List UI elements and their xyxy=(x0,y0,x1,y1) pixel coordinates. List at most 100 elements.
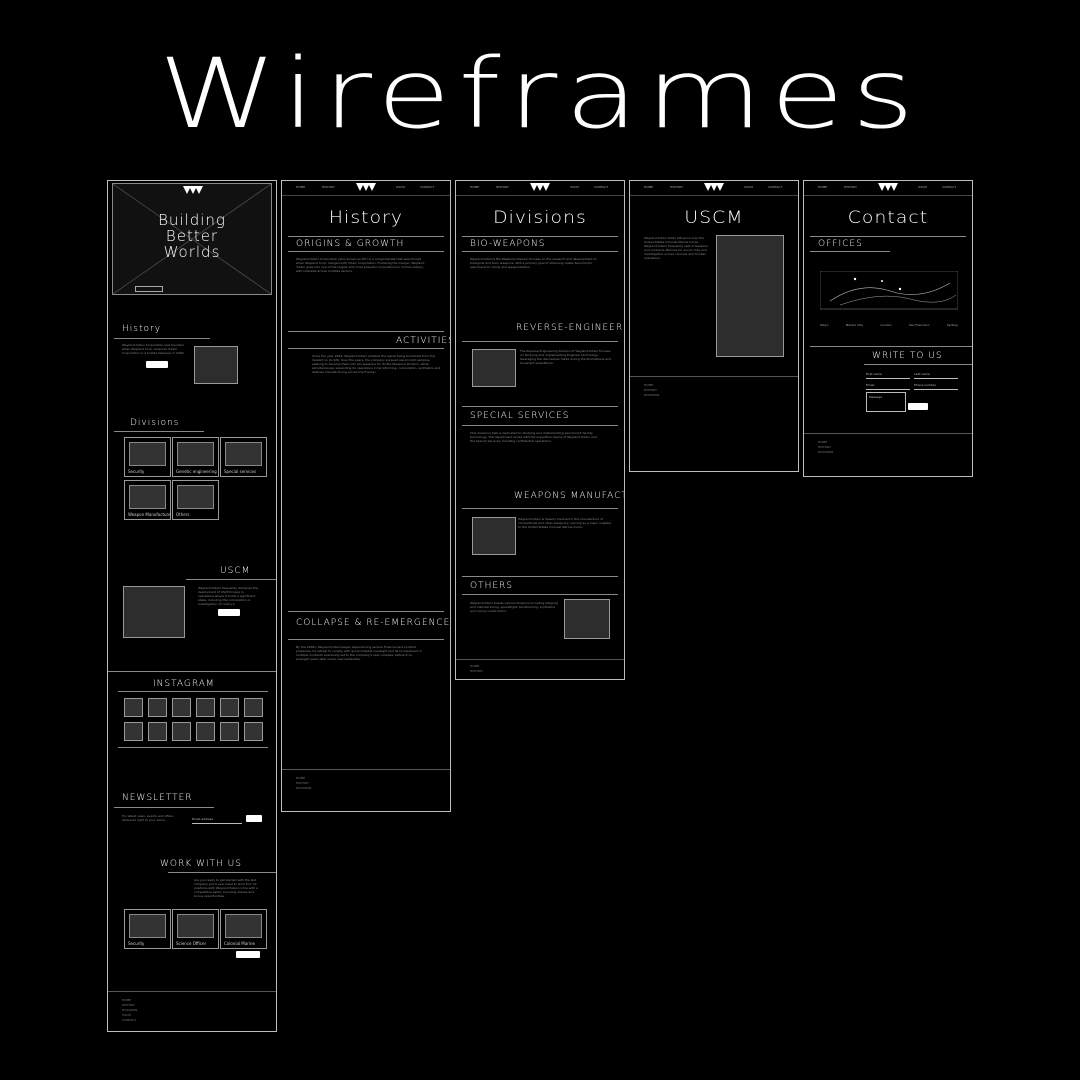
office-city[interactable]: Tokyo xyxy=(820,323,828,327)
nav-link[interactable]: USCM xyxy=(396,185,405,189)
nav-link[interactable]: HISTORY xyxy=(670,185,683,189)
footer-nav-links[interactable]: HISTORY xyxy=(818,445,831,449)
footer-nav-links[interactable]: DIVISIONS xyxy=(296,786,311,790)
section-image xyxy=(472,517,516,555)
nav-link[interactable]: HISTORY xyxy=(322,185,335,189)
office-city[interactable]: San Francisco xyxy=(909,323,930,327)
footer-nav-links[interactable]: DIVISIONS xyxy=(644,393,659,397)
footer-nav-links[interactable]: USCM xyxy=(122,1013,131,1017)
job-card[interactable]: Science Officer xyxy=(172,909,219,949)
nav-link[interactable]: CONTACT xyxy=(942,185,956,189)
footer-nav-links[interactable]: HOME xyxy=(644,383,653,387)
section-text: By the 2200s, Weyland-Yutani began exper… xyxy=(296,645,422,661)
uscm-read-more-button[interactable] xyxy=(218,609,240,616)
footer-nav-links[interactable]: HISTORY xyxy=(122,1003,135,1007)
instagram-post[interactable] xyxy=(124,698,143,717)
instagram-post[interactable] xyxy=(148,698,167,717)
divisions-wireframe: HOME HISTORY USCM CONTACT Divisions Bio-… xyxy=(455,180,625,680)
section-text: This division's task is dedicated to stu… xyxy=(470,431,597,443)
instagram-post[interactable] xyxy=(220,722,239,741)
scroll-indicator[interactable] xyxy=(135,286,163,292)
section-heading: Reverse-Engineering xyxy=(516,323,624,333)
section-text: Weyland-Yutani Corporation (also known a… xyxy=(296,257,426,273)
apply-button[interactable] xyxy=(236,951,260,958)
divider xyxy=(114,431,204,432)
history-text: Weyland-Yutani Corporation was founded w… xyxy=(122,343,185,355)
logo-icon[interactable] xyxy=(704,183,724,192)
instagram-post[interactable] xyxy=(244,698,263,717)
nav-link[interactable]: CONTACT xyxy=(768,185,782,189)
footer-nav-links[interactable]: HOME xyxy=(296,776,305,780)
section-heading: Origins & Growth xyxy=(296,239,405,249)
instagram-post[interactable] xyxy=(220,698,239,717)
footer-nav-links[interactable]: DIVISIONS xyxy=(818,450,833,454)
nav-link[interactable]: HOME xyxy=(818,185,827,189)
logo-icon[interactable] xyxy=(530,183,550,192)
division-card[interactable]: Others xyxy=(172,480,219,520)
footer-nav-links[interactable]: HOME xyxy=(470,664,479,668)
footer-nav-links[interactable]: DIVISIONS xyxy=(122,1008,137,1012)
nav-link[interactable]: CONTACT xyxy=(594,185,608,189)
contact-wireframe: HOME HISTORY USCM CONTACT Contact Office… xyxy=(803,180,973,477)
nav-link[interactable]: HOME xyxy=(470,185,479,189)
send-button[interactable] xyxy=(908,403,928,410)
office-city[interactable]: London xyxy=(881,323,892,327)
card-label: Genetic engineering xyxy=(176,469,217,474)
footer-nav-links[interactable]: HOME xyxy=(818,440,827,444)
phone-input[interactable]: Phone number xyxy=(914,383,936,387)
footer-nav-links[interactable]: CONTACT xyxy=(122,1018,136,1022)
footer-nav-links[interactable]: HISTORY xyxy=(470,669,483,673)
section-image xyxy=(472,349,516,387)
division-card[interactable]: Security xyxy=(124,437,171,477)
instagram-post[interactable] xyxy=(196,698,215,717)
logo-icon[interactable] xyxy=(183,186,203,195)
hero-line-2: Better xyxy=(165,227,219,245)
nav-link[interactable]: USCM xyxy=(570,185,579,189)
nav-link[interactable]: HISTORY xyxy=(844,185,857,189)
nav-link[interactable]: USCM xyxy=(744,185,753,189)
instagram-post[interactable] xyxy=(196,722,215,741)
division-card[interactable]: Genetic engineering xyxy=(172,437,219,477)
subscribe-button[interactable] xyxy=(246,815,262,822)
nav-link[interactable]: HOME xyxy=(644,185,653,189)
email-input[interactable]: Email xyxy=(866,383,874,387)
newsletter-email-input[interactable]: Email address xyxy=(192,817,213,821)
division-card[interactable]: Special services xyxy=(220,437,267,477)
job-card[interactable]: Security xyxy=(124,909,171,949)
logo-icon[interactable] xyxy=(356,183,376,192)
last-name-input[interactable]: Last name xyxy=(914,372,930,376)
divider xyxy=(114,807,214,808)
division-card[interactable]: Weapon Manufacture xyxy=(124,480,171,520)
footer-nav-links[interactable]: HOME xyxy=(122,998,131,1002)
nav-link[interactable]: CONTACT xyxy=(420,185,434,189)
instagram-post[interactable] xyxy=(148,722,167,741)
office-city[interactable]: Sydney xyxy=(947,323,958,327)
footer-nav-links[interactable]: HISTORY xyxy=(296,781,309,785)
instagram-post[interactable] xyxy=(172,698,191,717)
divider xyxy=(462,594,618,595)
section-image xyxy=(564,599,610,639)
divider xyxy=(118,691,268,692)
card-label: Security xyxy=(128,469,145,474)
card-image xyxy=(225,914,262,938)
divider xyxy=(864,364,972,365)
nav-link[interactable]: HOME xyxy=(296,185,305,189)
job-card[interactable]: Colonial Marine xyxy=(220,909,267,949)
nav-link[interactable]: HISTORY xyxy=(496,185,509,189)
history-read-more-button[interactable] xyxy=(146,361,168,368)
instagram-post[interactable] xyxy=(244,722,263,741)
work-text: Are you ready to get started with the la… xyxy=(194,878,258,898)
first-name-input[interactable]: First name xyxy=(866,372,882,376)
nav-link[interactable]: USCM xyxy=(918,185,927,189)
message-textarea[interactable]: Message xyxy=(866,392,906,412)
instagram-post[interactable] xyxy=(172,722,191,741)
footer-nav-links[interactable]: HISTORY xyxy=(644,388,657,392)
email-underline xyxy=(192,823,242,824)
hero-line-3: Worlds xyxy=(163,243,221,261)
instagram-post[interactable] xyxy=(124,722,143,741)
card-label: Others xyxy=(176,512,190,517)
office-city[interactable]: Mexico City xyxy=(846,323,863,327)
logo-icon[interactable] xyxy=(878,183,898,192)
card-label: Special services xyxy=(224,469,257,474)
section-text: Weyland-Yutani boasts various divisions … xyxy=(470,601,558,613)
